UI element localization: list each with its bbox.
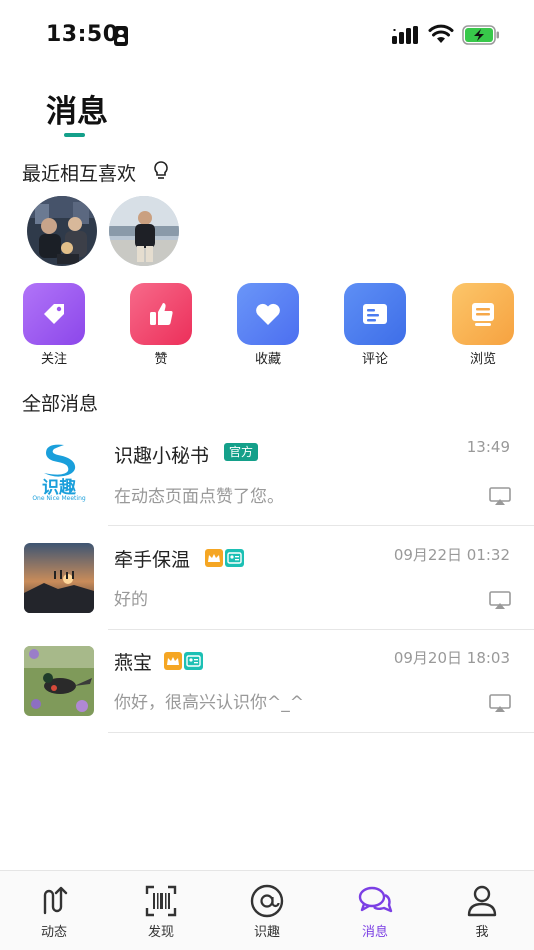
message-preview: 好的 bbox=[114, 590, 148, 610]
tab-label: 动态 bbox=[40, 925, 67, 940]
message-sender-name: 燕宝 bbox=[114, 652, 153, 674]
tag-icon bbox=[23, 283, 85, 345]
mutual-likes-title: 最近相互喜欢 bbox=[22, 163, 137, 185]
heart-icon bbox=[237, 283, 299, 345]
message-item[interactable]: 燕宝 09月20日 18:03 你好，很高兴认识你^_^ bbox=[0, 630, 534, 733]
signal-icon bbox=[392, 26, 418, 44]
title-underline bbox=[64, 133, 85, 137]
id-card-badge-icon bbox=[184, 652, 203, 670]
category-label: 收藏 bbox=[254, 352, 281, 367]
message-sender-name: 牵手保温 bbox=[114, 549, 191, 571]
contact-card-icon bbox=[114, 26, 128, 46]
category-label: 赞 bbox=[154, 352, 168, 367]
message-sender-name: 识趣小秘书 bbox=[114, 445, 210, 467]
mutual-like-avatar-1[interactable] bbox=[27, 196, 97, 266]
bottom-tab-bar: 动态 发现 识趣 消息 我 bbox=[0, 870, 534, 950]
page-title: 消息 bbox=[46, 94, 108, 130]
chat-bubbles-icon bbox=[358, 886, 393, 913]
category-follow[interactable]: 关注 bbox=[23, 283, 85, 367]
tab-label: 识趣 bbox=[253, 925, 280, 940]
dynamic-icon bbox=[43, 886, 68, 915]
screen-mirror-icon[interactable] bbox=[488, 590, 512, 610]
bird-avatar bbox=[24, 646, 94, 716]
tab-me[interactable]: 我 bbox=[447, 883, 517, 940]
tab-dynamic[interactable]: 动态 bbox=[19, 883, 89, 940]
category-label: 评论 bbox=[361, 352, 388, 367]
message-preview: 你好，很高兴认识你^_^ bbox=[114, 693, 304, 713]
tab-discover[interactable]: 发现 bbox=[126, 883, 196, 940]
tab-label: 消息 bbox=[361, 925, 388, 940]
all-messages-title: 全部消息 bbox=[22, 393, 99, 415]
category-label: 关注 bbox=[40, 352, 67, 367]
person-icon bbox=[467, 885, 497, 917]
status-time: 13:50 bbox=[46, 22, 119, 47]
message-item[interactable]: 识趣 One Nice Meeting 识趣小秘书 官方 13:49 在动态页面… bbox=[0, 423, 534, 526]
tab-label: 发现 bbox=[147, 925, 174, 940]
at-sign-icon bbox=[250, 884, 284, 918]
app-logo-avatar: 识趣 One Nice Meeting bbox=[24, 439, 94, 509]
comment-card-icon bbox=[344, 283, 406, 345]
barcode-scan-icon bbox=[145, 885, 177, 917]
category-favorite[interactable]: 收藏 bbox=[237, 283, 299, 367]
browse-card-icon bbox=[452, 283, 514, 345]
sunset-avatar bbox=[24, 543, 94, 613]
category-comment[interactable]: 评论 bbox=[344, 283, 406, 367]
logo-subtitle: One Nice Meeting bbox=[32, 495, 86, 502]
tab-messages[interactable]: 消息 bbox=[340, 883, 410, 940]
tab-label: 我 bbox=[475, 925, 489, 940]
message-item[interactable]: 牵手保温 09月22日 01:32 好的 bbox=[0, 527, 534, 630]
message-time: 09月20日 18:03 bbox=[393, 649, 510, 667]
wifi-icon bbox=[428, 24, 454, 43]
official-badge: 官方 bbox=[224, 443, 259, 461]
message-time: 09月22日 01:32 bbox=[393, 546, 510, 564]
lightbulb-icon[interactable] bbox=[152, 160, 170, 182]
screen-mirror-icon[interactable] bbox=[488, 693, 512, 713]
crown-badge-icon bbox=[205, 549, 223, 567]
category-like[interactable]: 赞 bbox=[130, 283, 192, 367]
status-bar: 13:50 bbox=[0, 0, 534, 66]
divider bbox=[108, 525, 534, 526]
screen-mirror-icon[interactable] bbox=[488, 486, 512, 506]
divider bbox=[108, 732, 534, 733]
battery-charging-icon bbox=[462, 25, 499, 45]
thumbs-up-icon bbox=[130, 283, 192, 345]
mutual-like-avatar-2[interactable] bbox=[109, 196, 179, 266]
category-label: 浏览 bbox=[469, 352, 496, 367]
message-time: 13:49 bbox=[466, 438, 510, 456]
tab-shiqu[interactable]: 识趣 bbox=[232, 883, 302, 940]
id-card-badge-icon bbox=[225, 549, 244, 567]
message-preview: 在动态页面点赞了您。 bbox=[114, 487, 284, 507]
crown-badge-icon bbox=[164, 652, 182, 670]
category-browse[interactable]: 浏览 bbox=[452, 283, 514, 367]
